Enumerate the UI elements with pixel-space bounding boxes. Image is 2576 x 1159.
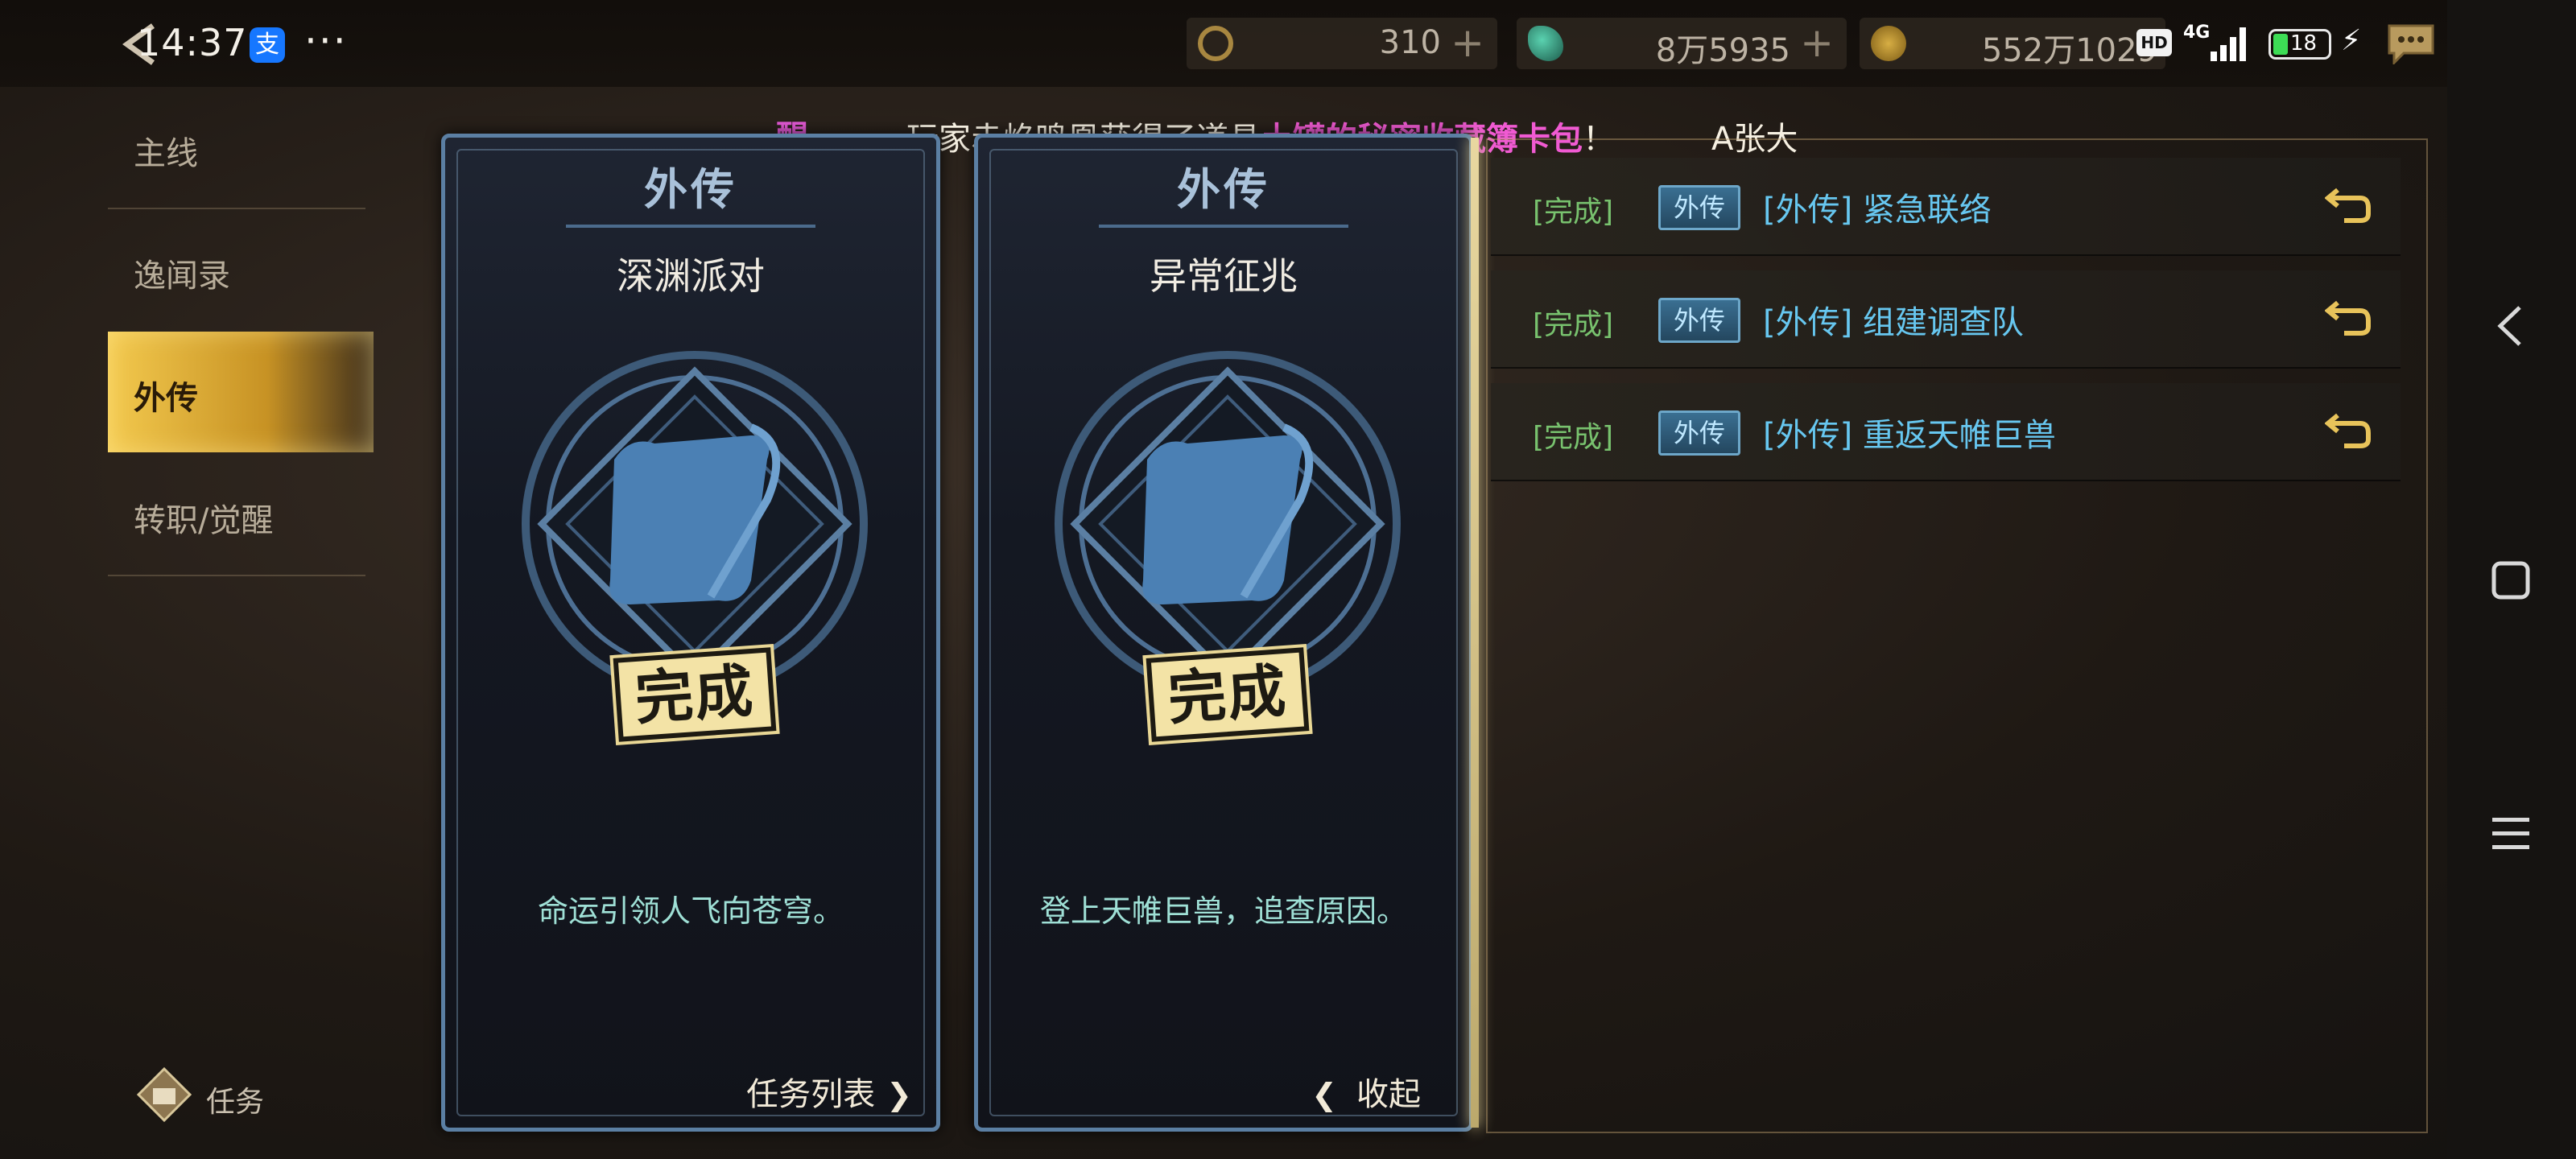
quest-list-button[interactable]: 任务列表 ❯ xyxy=(746,1068,912,1116)
card-title: 异常征兆 xyxy=(1150,254,1298,298)
nav-menu-icon[interactable] xyxy=(2483,805,2539,861)
nav-back-icon[interactable] xyxy=(2483,298,2539,354)
resource-value: 8万5935 xyxy=(1655,32,1790,69)
quest-list-label: 任务列表 xyxy=(746,1076,876,1113)
quest-status: [完成] xyxy=(1533,421,1614,454)
quest-scroll-icon xyxy=(136,1066,192,1123)
add-resource-button[interactable]: + xyxy=(1451,19,1484,66)
chevron-right-icon: ❯ xyxy=(886,1077,912,1112)
quest-row[interactable]: [完成] 外传 [外传] 紧急联络 xyxy=(1491,158,2401,256)
sidebar-item-side-story[interactable]: 外传 xyxy=(108,332,374,452)
resource-gem: 8万5935 + xyxy=(1517,18,1847,69)
replay-arrow-icon[interactable] xyxy=(2325,407,2373,452)
side-story-card-selected[interactable]: 外传 异常征兆 完成 登上天帷巨兽，追查原因。 ❮ 收起 xyxy=(974,134,1479,1132)
card-description: 命运引领人飞向苍穹。 xyxy=(537,893,844,929)
side-story-card[interactable]: 外传 深渊派对 完成 命运引领人飞向苍穹。 任务列表 ❯ xyxy=(441,134,940,1132)
quest-row[interactable]: [完成] 外传 [外传] 重返天帷巨兽 xyxy=(1491,383,2401,481)
resource-clock-coin: 310 + xyxy=(1187,18,1497,69)
gold-coin-icon xyxy=(1871,26,1906,61)
sidebar-item-label: 主线 xyxy=(134,135,198,172)
collapse-button[interactable]: ❮ 收起 xyxy=(1311,1068,1421,1116)
more-options-icon[interactable]: ··· xyxy=(304,18,348,64)
complete-stamp: 完成 xyxy=(1146,647,1310,742)
sidebar-item-label: 转职/觉醒 xyxy=(134,502,274,539)
quest-tab-label: 任务 xyxy=(206,1086,265,1119)
sidebar-divider xyxy=(108,575,365,576)
hd-badge: HD xyxy=(2136,29,2172,56)
battery-icon: 18 xyxy=(2268,29,2331,60)
resource-gold: 552万1029 xyxy=(1860,18,2165,69)
add-resource-button[interactable]: + xyxy=(1800,19,1834,66)
card-title: 深渊派对 xyxy=(617,254,765,298)
chat-icon[interactable] xyxy=(2386,23,2436,64)
quest-tab[interactable]: 任务 xyxy=(134,1064,311,1125)
sidebar-item-label: 外传 xyxy=(134,380,198,417)
quest-title: [外传] 紧急联络 xyxy=(1763,192,1992,229)
signal-icon xyxy=(2211,27,2246,61)
card-header: 外传 xyxy=(1177,164,1270,215)
sidebar-item-advancement[interactable]: 转职/觉醒 xyxy=(108,454,374,575)
status-time: 14:37 xyxy=(137,21,248,64)
replay-arrow-icon[interactable] xyxy=(2325,182,2373,227)
chevron-left-icon: ❮ xyxy=(1311,1077,1337,1112)
complete-stamp: 完成 xyxy=(613,647,777,742)
replay-arrow-icon[interactable] xyxy=(2325,295,2373,340)
sidebar-item-anecdotes[interactable]: 逸闻录 xyxy=(108,209,374,330)
card-header: 外传 xyxy=(644,164,737,215)
quest-type-badge: 外传 xyxy=(1658,410,1740,456)
sidebar-item-main[interactable]: 主线 xyxy=(108,87,374,208)
quest-row[interactable]: [完成] 外传 [外传] 组建调查队 xyxy=(1491,270,2401,369)
collapse-label: 收起 xyxy=(1356,1076,1421,1113)
sidebar-item-label: 逸闻录 xyxy=(134,258,230,295)
quest-type-badge: 外传 xyxy=(1658,298,1740,343)
selection-glow xyxy=(1471,138,1479,1128)
battery-level: 18 xyxy=(2290,31,2318,56)
nav-home-icon[interactable] xyxy=(2483,552,2539,608)
resource-value: 310 xyxy=(1379,24,1441,61)
quest-title: [外传] 重返天帷巨兽 xyxy=(1763,417,2056,454)
quest-status: [完成] xyxy=(1533,308,1614,341)
quest-status: [完成] xyxy=(1533,196,1614,229)
alipay-icon[interactable]: 支 xyxy=(250,27,285,63)
charging-icon: ⚡ xyxy=(2341,24,2362,57)
clock-coin-icon xyxy=(1198,26,1233,61)
resource-value: 552万1029 xyxy=(1981,32,2157,69)
gem-icon xyxy=(1528,26,1563,61)
quest-type-badge: 外传 xyxy=(1658,185,1740,230)
card-description: 登上天帷巨兽，追查原因。 xyxy=(1039,893,1407,929)
quest-title: [外传] 组建调查队 xyxy=(1763,304,2024,341)
